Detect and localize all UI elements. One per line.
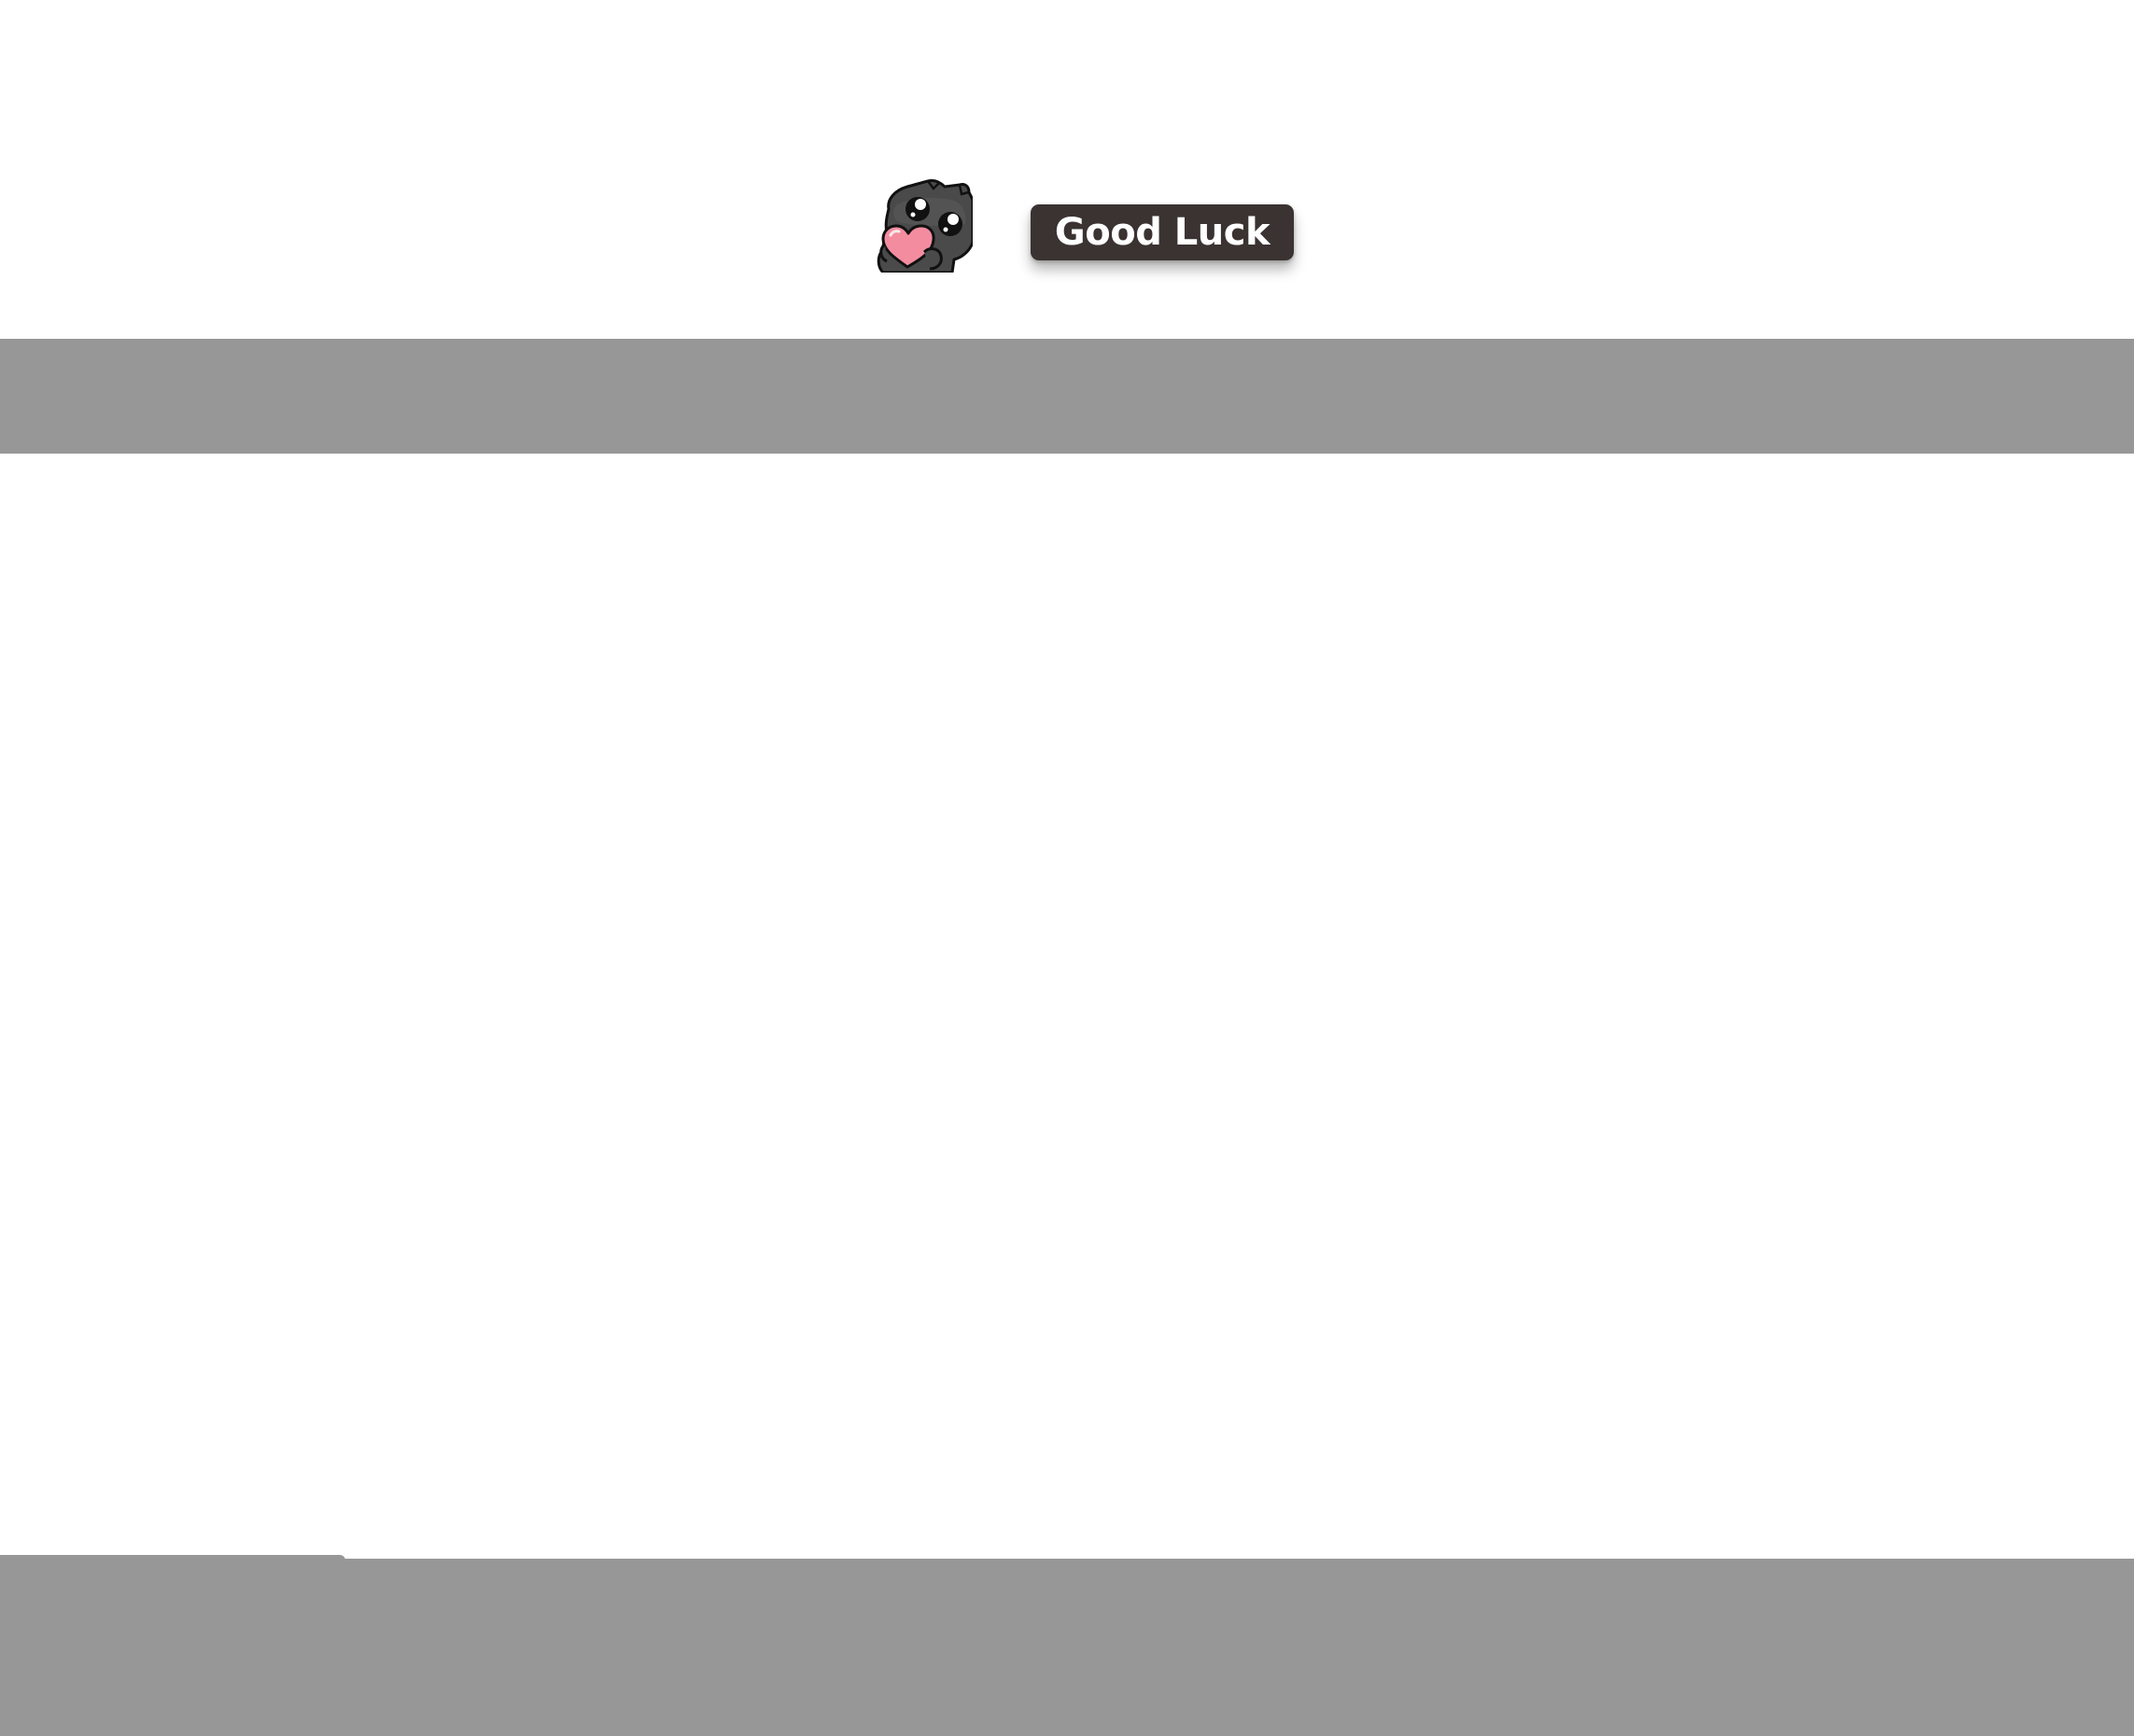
good-luck-button[interactable]: Good Luck [1031,204,1294,260]
top-gray-band [0,339,2134,454]
header: Good Luck [0,0,2134,339]
main-content-area [0,454,2134,1559]
bottom-gray-band [0,1559,2134,1736]
cat-holding-heart-icon [876,177,973,273]
